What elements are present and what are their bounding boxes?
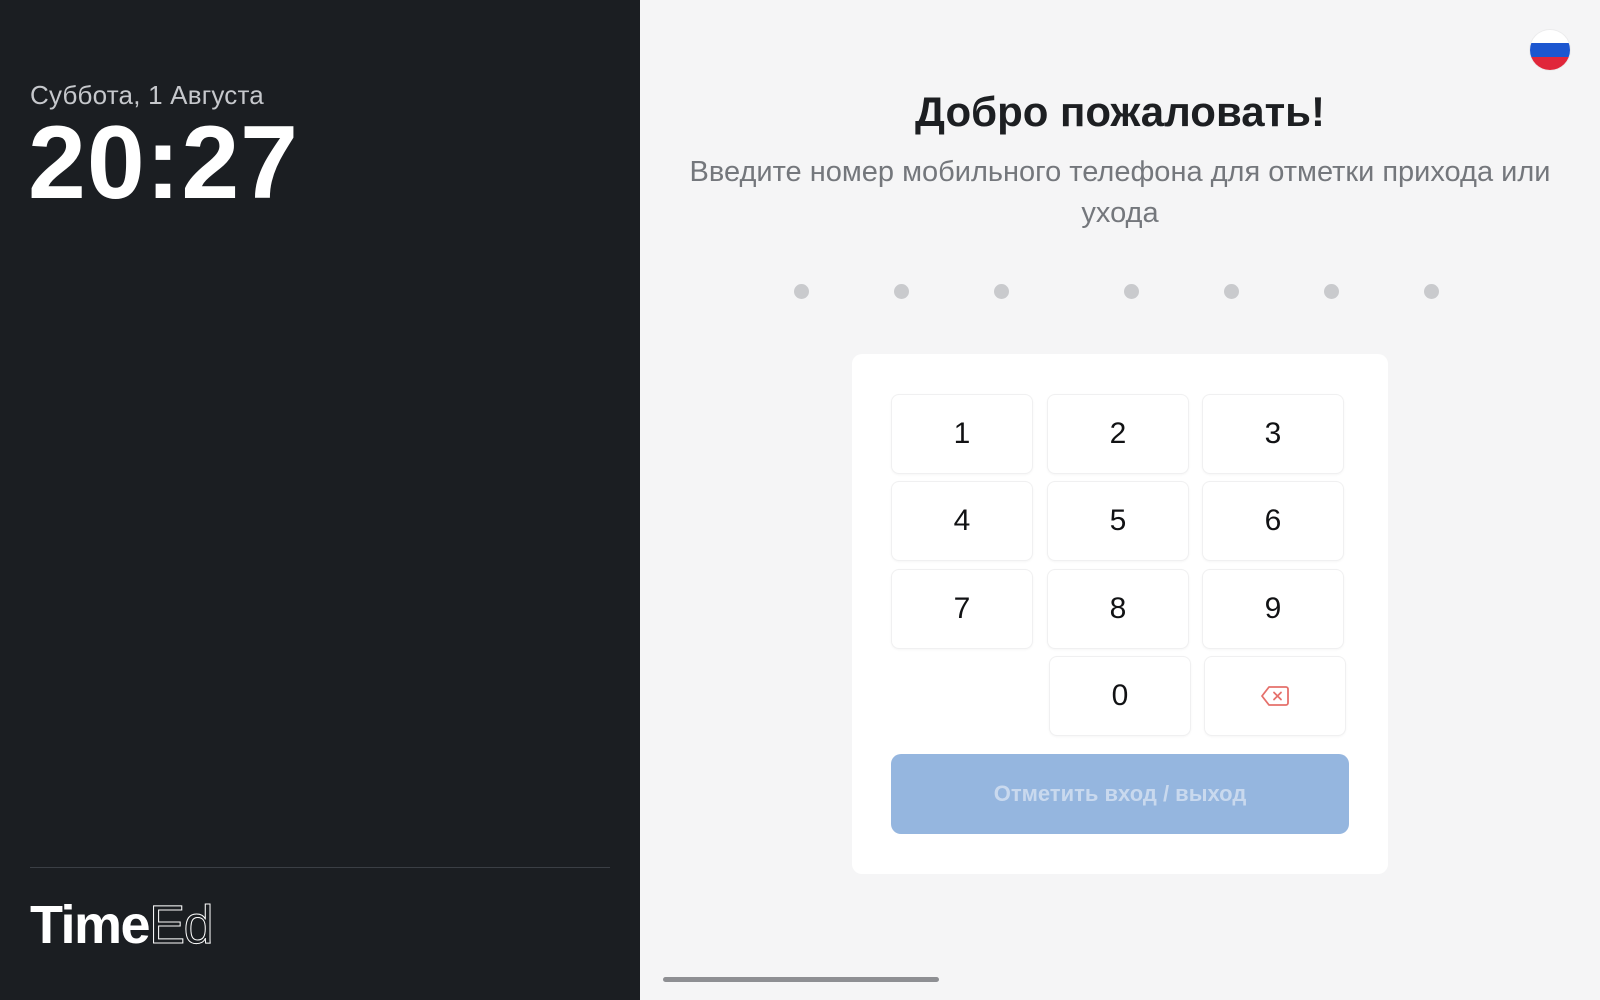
flag-stripe-blue — [1530, 43, 1570, 57]
right-panel: Добро пожаловать! Введите номер мобильно… — [640, 0, 1600, 1000]
check-in-out-button[interactable]: Отметить вход / выход — [891, 754, 1349, 834]
backspace-icon — [1261, 686, 1289, 706]
key-4[interactable]: 4 — [891, 481, 1033, 561]
brand-logo-thin: Ed — [149, 895, 215, 955]
backspace-button[interactable] — [1204, 656, 1346, 736]
key-0[interactable]: 0 — [1049, 656, 1191, 736]
russia-flag-icon[interactable] — [1530, 30, 1570, 70]
digit-dot — [994, 284, 1009, 299]
key-8[interactable]: 8 — [1047, 569, 1189, 649]
divider — [30, 867, 610, 868]
flag-stripe-white — [1530, 30, 1570, 44]
app-root: Суббота, 1 Августа 20:27 TimeEd Добро по… — [0, 0, 1600, 1000]
flag-stripe-red — [1530, 56, 1570, 70]
clock: 20:27 — [28, 105, 299, 221]
key-2[interactable]: 2 — [1047, 394, 1189, 474]
brand-logo: TimeEd — [30, 895, 215, 955]
key-3[interactable]: 3 — [1202, 394, 1344, 474]
digit-dot — [894, 284, 909, 299]
key-6[interactable]: 6 — [1202, 481, 1344, 561]
digit-dot — [794, 284, 809, 299]
brand-logo-bold: Time — [30, 895, 151, 955]
digit-dot — [1224, 284, 1239, 299]
key-5[interactable]: 5 — [1047, 481, 1189, 561]
keypad-card: 1 2 3 4 5 6 7 8 9 0 Отметить вход / выхо… — [852, 354, 1388, 874]
digit-dot — [1124, 284, 1139, 299]
key-1[interactable]: 1 — [891, 394, 1033, 474]
page-subtitle: Введите номер мобильного телефона для от… — [689, 156, 1551, 229]
page-title: Добро пожаловать! — [915, 88, 1325, 135]
phone-digit-indicator — [640, 284, 1600, 300]
left-panel: Суббота, 1 Августа 20:27 TimeEd — [0, 0, 640, 1000]
digit-dot — [1324, 284, 1339, 299]
digit-dot — [1424, 284, 1439, 299]
home-indicator — [663, 977, 939, 982]
key-9[interactable]: 9 — [1202, 569, 1344, 649]
key-7[interactable]: 7 — [891, 569, 1033, 649]
